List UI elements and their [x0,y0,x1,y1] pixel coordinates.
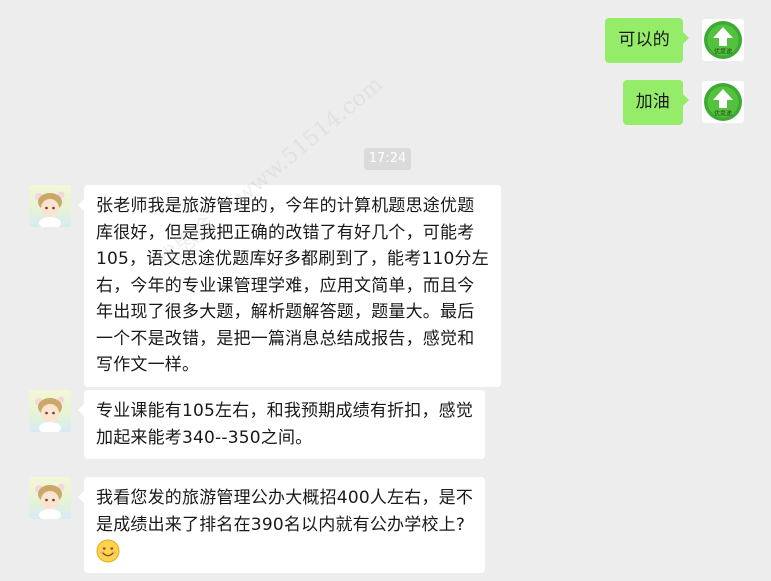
green-upload-arrow-icon: 优思途 [704,83,742,121]
contact-avatar[interactable] [29,185,71,227]
cartoon-child-avatar-icon [35,191,65,227]
incoming-message[interactable]: 我看您发的旅游管理公办大概招400人左右，是不 是成绩出来了排名在390名以内就… [77,477,486,573]
message-line: 加起来能考340--350之间。 [96,427,313,448]
message-line: 一个不是改错，是把一篇消息总结成报告，感觉和 [96,328,475,349]
cartoon-child-avatar-icon [35,483,65,519]
message-line: 年出现了很多大题，解析题解答题，题量大。最后 [96,302,475,322]
outgoing-message[interactable]: 可以的 [605,18,689,63]
outgoing-message[interactable]: 加油 [622,80,690,125]
green-upload-arrow-icon: 优思途 [704,21,742,59]
self-avatar[interactable]: 优思途 [702,81,744,123]
smile-emoji-icon [96,539,120,563]
avatar-caption: 优思途 [714,48,732,56]
message-text: 加油 [635,92,670,112]
emoji-line [96,538,473,565]
message-line: 专业课能有105左右，和我预期成绩有折扣，感觉 [96,401,474,421]
incoming-message[interactable]: 专业课能有105左右，和我预期成绩有折扣，感觉 加起来能考340--350之间。 [77,390,486,459]
message-timestamp: 17:24 [364,148,411,170]
cartoon-child-avatar-icon [35,396,65,432]
message-text: 可以的 [618,30,670,50]
message-line: 105，语文思途优题库好多都刷到了，能考110分左 [96,249,489,269]
message-line: 我看您发的旅游管理公办大概招400人左右，是不 [96,488,474,508]
chat-window: 可以的 优思途 加油 优思途 17:24 张老师我是旅游管理的，今年的计算机题思… [0,0,771,581]
contact-avatar[interactable] [29,390,71,432]
message-line: 张老师我是旅游管理的，今年的计算机题思途优题 [96,196,475,216]
self-avatar[interactable]: 优思途 [702,19,744,61]
avatar-caption: 优思途 [714,110,732,118]
message-line: 是成绩出来了排名在390名以内就有公办学校上? [96,514,466,535]
contact-avatar[interactable] [29,477,71,519]
message-line: 右，今年的专业课管理学难，应用文简单，而且今 [96,275,475,296]
message-line: 库很好，但是我把正确的改错了有好几个，可能考 [96,222,475,243]
incoming-message[interactable]: 张老师我是旅游管理的，今年的计算机题思途优题 库很好，但是我把正确的改错了有好几… [78,185,501,387]
message-line: 写作文一样。 [96,355,200,375]
